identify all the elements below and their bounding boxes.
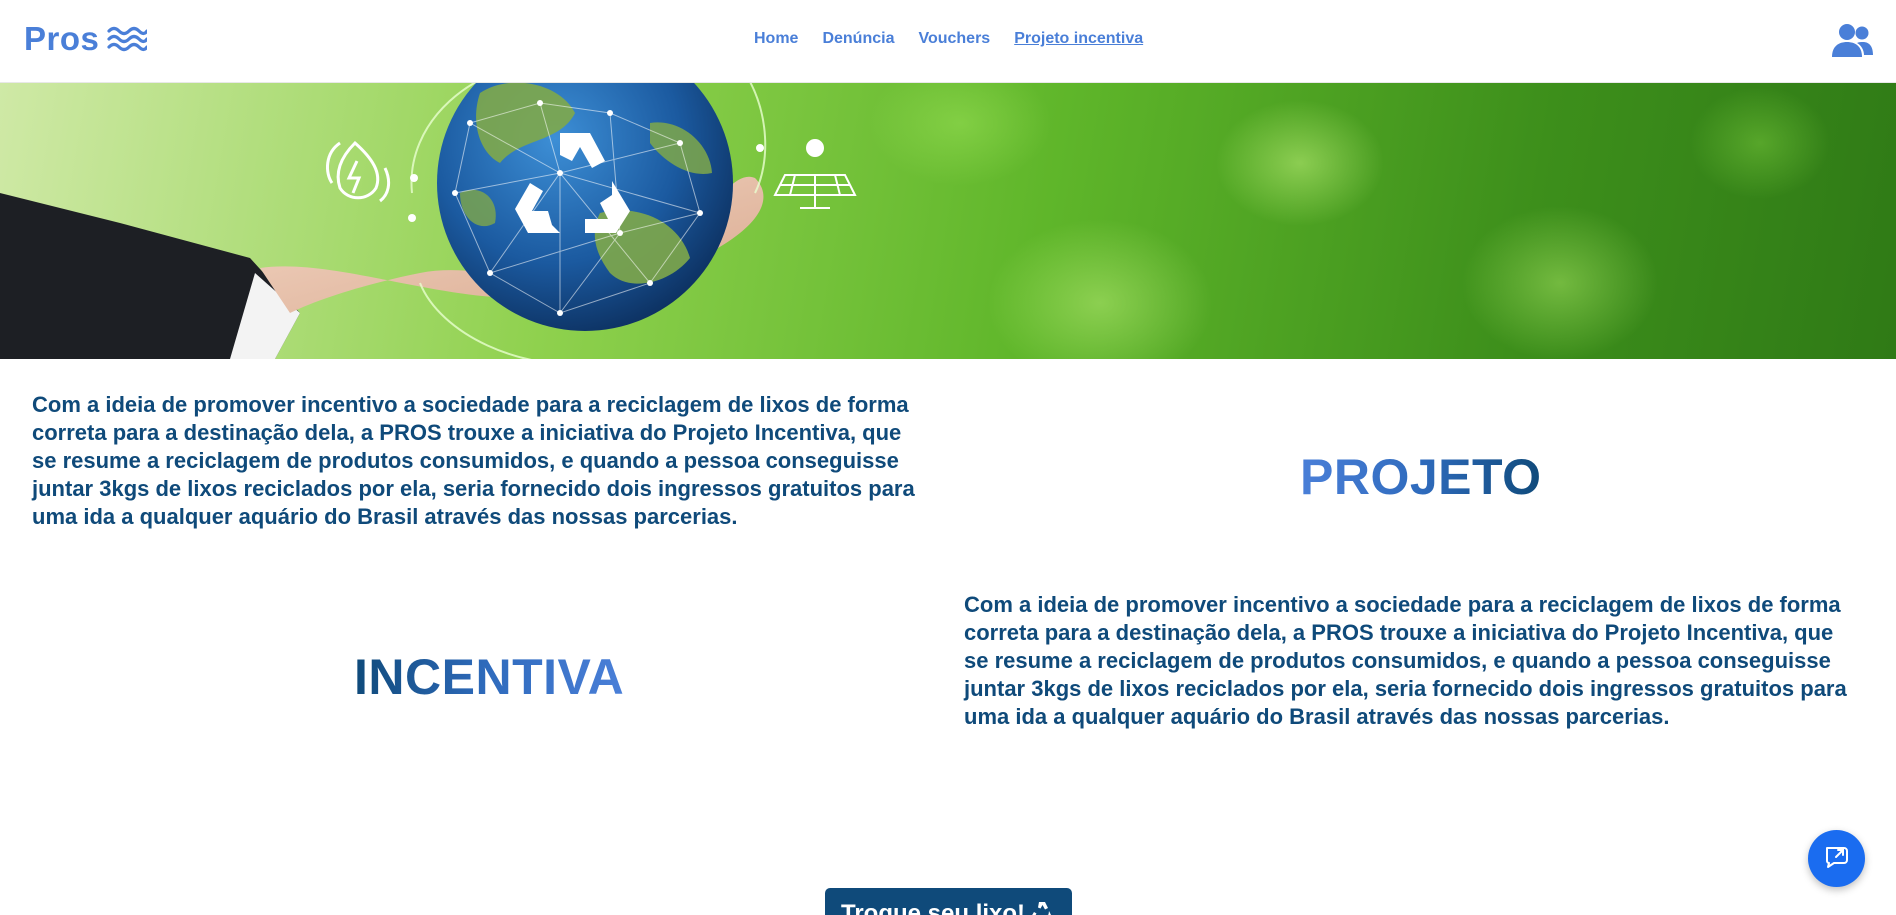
- nav-projeto-incentiva[interactable]: Projeto incentiva: [1014, 30, 1143, 48]
- top-navbar: Pros Home Denúncia Vouchers Projeto ince…: [0, 0, 1896, 83]
- energy-drop-icon: [326, 140, 391, 203]
- page: Pros Home Denúncia Vouchers Projeto ince…: [0, 0, 1896, 915]
- recycle-icon: [1031, 900, 1053, 915]
- chat-icon: [1824, 845, 1850, 872]
- waves-icon: [107, 24, 149, 54]
- main-nav: Home Denúncia Vouchers Projeto incentiva: [754, 30, 1143, 48]
- intro-paragraph-left: Com a ideia de promover incentivo a soci…: [32, 392, 915, 529]
- nav-vouchers[interactable]: Vouchers: [918, 30, 990, 48]
- users-icon[interactable]: [1830, 22, 1874, 60]
- swap-trash-button-label: Troque seu lixo!: [841, 900, 1026, 915]
- nav-denuncia[interactable]: Denúncia: [822, 30, 894, 48]
- chat-button[interactable]: [1808, 830, 1865, 887]
- solar-panel-icon: [773, 139, 857, 209]
- heading-incentiva: INCENTIVA: [354, 649, 625, 705]
- nav-home[interactable]: Home: [754, 30, 798, 48]
- heading-projeto: PROJETO: [1300, 449, 1542, 505]
- brand-name: Pros: [24, 20, 100, 57]
- hero-banner: [0, 83, 1896, 359]
- brand-logo[interactable]: Pros: [24, 20, 149, 58]
- intro-paragraph-right: Com a ideia de promover incentivo a soci…: [964, 592, 1847, 729]
- swap-trash-button[interactable]: Troque seu lixo!: [825, 888, 1072, 915]
